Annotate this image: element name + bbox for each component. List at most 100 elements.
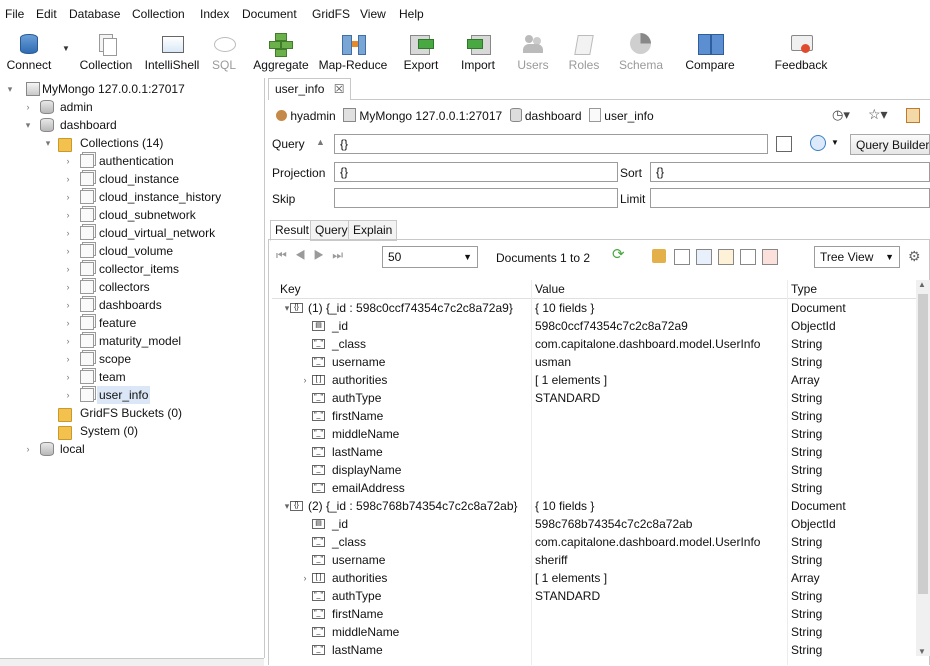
chevron-right-icon[interactable]: › (62, 170, 74, 188)
chevron-right-icon[interactable]: › (62, 296, 74, 314)
tab-explain[interactable]: Explain (348, 220, 398, 241)
next-page-icon[interactable]: ▶ (314, 248, 333, 262)
projection-input[interactable]: {} (334, 162, 618, 182)
scroll-down-icon[interactable]: ▼ (918, 647, 926, 656)
tab-query[interactable]: Query (310, 220, 353, 241)
map-reduce-button[interactable]: Map-Reduce (316, 30, 390, 74)
export-button[interactable]: Export (398, 30, 444, 74)
query-input[interactable]: {} (334, 134, 768, 154)
chevron-right-icon[interactable]: › (62, 260, 74, 278)
tree-collection-item[interactable]: › cloud_instance_history (62, 188, 262, 206)
result-row[interactable]: ›[ ] authorities [ 1 elements ] Array (272, 371, 912, 389)
tree-collection-item[interactable]: › cloud_virtual_network (62, 224, 262, 242)
tree-collection-item[interactable]: › cloud_volume (62, 242, 262, 260)
tree-collection-item[interactable]: › user_info (62, 386, 262, 404)
aggregate-button[interactable]: Aggregate (250, 30, 312, 74)
chevron-right-icon[interactable]: › (62, 224, 74, 242)
result-row[interactable]: ▾{} (1) {_id : 598c0ccf74354c7c2c8a72a9}{… (272, 299, 912, 317)
menu-database[interactable]: Database (69, 7, 120, 21)
roles-button[interactable]: Roles (564, 30, 604, 74)
result-row[interactable]: "_" _class com.capitalone.dashboard.model.… (272, 335, 912, 353)
menu-collection[interactable]: Collection (132, 7, 185, 21)
chevron-right-icon[interactable]: › (62, 368, 74, 386)
menu-document[interactable]: Document (242, 7, 297, 21)
import-button[interactable]: Import (456, 30, 500, 74)
tree-db-local[interactable]: › local (22, 440, 262, 458)
tab-result[interactable]: Result (270, 220, 315, 241)
chevron-right-icon[interactable]: › (62, 314, 74, 332)
sort-input[interactable]: {} (650, 162, 930, 182)
feedback-button[interactable]: Feedback (770, 30, 832, 74)
result-row[interactable]: "_" firstName String (272, 407, 912, 425)
tree-collection-item[interactable]: › authentication (62, 152, 262, 170)
chevron-right-icon[interactable]: › (62, 188, 74, 206)
result-row[interactable]: "_" displayName String (272, 461, 912, 479)
tree-collection-item[interactable]: › scope (62, 350, 262, 368)
menu-gridfs[interactable]: GridFS (312, 7, 350, 21)
tree-collection-item[interactable]: › feature (62, 314, 262, 332)
result-row[interactable]: ▤ _id 598c0ccf74354c7c2c8a72a9 ObjectId (272, 317, 912, 335)
chevron-right-icon[interactable]: › (62, 386, 74, 404)
vertical-scrollbar[interactable]: ▲ ▼ (916, 280, 930, 656)
chevron-right-icon[interactable]: › (62, 332, 74, 350)
result-row[interactable]: "_" username sheriff String (272, 551, 912, 569)
chevron-down-icon[interactable]: ▾ (4, 80, 16, 98)
column-value[interactable]: Value (535, 280, 565, 298)
tree-collection-item[interactable]: › maturity_model (62, 332, 262, 350)
result-row[interactable]: "_" lastName String (272, 641, 912, 659)
tree-collections-folder[interactable]: ▾ Collections (14) (42, 134, 262, 152)
add-document-icon[interactable] (674, 249, 690, 265)
chevron-right-icon[interactable]: › (22, 440, 34, 458)
query-builder-button[interactable]: Query Builder (850, 134, 930, 155)
chevron-right-icon[interactable]: › (62, 350, 74, 368)
result-row[interactable]: ›[ ] authorities [ 1 elements ] Array (272, 569, 912, 587)
menu-view[interactable]: View (360, 7, 386, 21)
tree-db-admin[interactable]: › admin (22, 98, 262, 116)
first-page-icon[interactable]: ⏮ (276, 248, 295, 262)
run-dropdown-icon[interactable]: ▼ (831, 138, 839, 147)
edit-json-icon[interactable] (696, 249, 712, 265)
chevron-right-icon[interactable]: › (300, 569, 310, 587)
scroll-up-icon[interactable]: ▲ (918, 280, 926, 289)
connect-dropdown-icon[interactable]: ▼ (62, 44, 70, 53)
result-row[interactable]: "_" username usman String (272, 353, 912, 371)
edit-query-icon[interactable] (776, 136, 792, 152)
chevron-right-icon[interactable]: › (22, 98, 34, 116)
history-icon[interactable]: ◷▾ (832, 107, 850, 123)
chevron-right-icon[interactable]: › (62, 242, 74, 260)
tree-collection-item[interactable]: › dashboards (62, 296, 262, 314)
chevron-down-icon[interactable]: ▾ (42, 134, 54, 152)
result-row[interactable]: "_" firstName String (272, 605, 912, 623)
result-row[interactable]: "_" authType STANDARD String (272, 389, 912, 407)
view-mode-select[interactable]: Tree View ▼ (814, 246, 900, 268)
result-row[interactable]: ▤ _id 598c768b74354c7c2c8a72ab ObjectId (272, 515, 912, 533)
limit-input[interactable] (650, 188, 930, 208)
schema-button[interactable]: Schema (616, 30, 666, 74)
copy-document-icon[interactable] (740, 249, 756, 265)
close-icon[interactable]: ☒ (334, 82, 345, 96)
star-icon[interactable]: ☆▾ (868, 106, 888, 123)
result-row[interactable]: ▾{} (2) {_id : 598c768b74354c7c2c8a72ab}{… (272, 497, 912, 515)
result-row[interactable]: "_" authType STANDARD String (272, 587, 912, 605)
chevron-right-icon[interactable]: › (62, 152, 74, 170)
menu-file[interactable]: File (5, 7, 24, 21)
tree-db-dashboard[interactable]: ▾ dashboard (22, 116, 262, 134)
column-key[interactable]: Key (280, 280, 301, 298)
column-type[interactable]: Type (791, 280, 817, 298)
chevron-right-icon[interactable]: › (62, 278, 74, 296)
page-size-select[interactable]: 50 ▼ (382, 246, 478, 268)
lock-icon[interactable] (652, 249, 666, 263)
refresh-icon[interactable]: ⟳ (612, 247, 625, 262)
run-icon[interactable] (810, 135, 826, 151)
users-button[interactable]: Users (514, 30, 552, 74)
tree-collection-item[interactable]: › cloud_subnetwork (62, 206, 262, 224)
scrollbar-thumb[interactable] (918, 294, 928, 594)
menu-help[interactable]: Help (399, 7, 424, 21)
chevron-up-icon[interactable]: ▲ (316, 137, 325, 147)
tree-system-folder[interactable]: System (0) (42, 422, 262, 440)
skip-input[interactable] (334, 188, 618, 208)
tree-collection-item[interactable]: › cloud_instance (62, 170, 262, 188)
delete-document-icon[interactable] (762, 249, 778, 265)
last-page-icon[interactable]: ⏭ (332, 248, 351, 262)
result-row[interactable]: "_" middleName String (272, 425, 912, 443)
